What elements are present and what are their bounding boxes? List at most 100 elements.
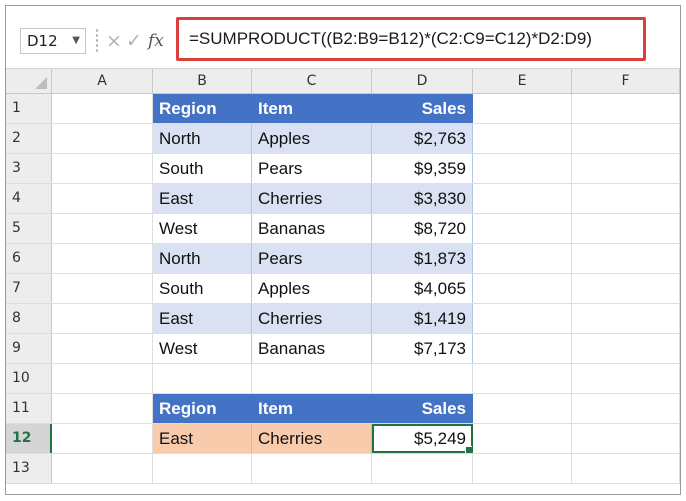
cell-e11[interactable]: [473, 394, 572, 423]
cell-d2[interactable]: $2,763: [372, 124, 473, 153]
cell-c3[interactable]: Pears: [252, 154, 372, 183]
cell-c6[interactable]: Pears: [252, 244, 372, 273]
cell-b3[interactable]: South: [153, 154, 252, 183]
cell-b1[interactable]: Region: [153, 94, 252, 123]
cell-a4[interactable]: [52, 184, 153, 213]
cell-a9[interactable]: [52, 334, 153, 363]
cell-e1[interactable]: [473, 94, 572, 123]
row-header[interactable]: 1: [6, 94, 52, 123]
column-header-c[interactable]: C: [252, 69, 372, 93]
cell-c11[interactable]: Item: [252, 394, 372, 423]
cell-a5[interactable]: [52, 214, 153, 243]
cell-f12[interactable]: [572, 424, 680, 453]
row-header[interactable]: 10: [6, 364, 52, 393]
cell-f9[interactable]: [572, 334, 680, 363]
cell-e13[interactable]: [473, 454, 572, 483]
column-header-a[interactable]: A: [52, 69, 153, 93]
cell-f1[interactable]: [572, 94, 680, 123]
row-header[interactable]: 2: [6, 124, 52, 153]
cell-d1[interactable]: Sales: [372, 94, 473, 123]
cell-c9[interactable]: Bananas: [252, 334, 372, 363]
cell-e8[interactable]: [473, 304, 572, 333]
cell-f4[interactable]: [572, 184, 680, 213]
cell-a13[interactable]: [52, 454, 153, 483]
cell-c12[interactable]: Cherries: [252, 424, 372, 453]
row-header[interactable]: 5: [6, 214, 52, 243]
cell-a12[interactable]: [52, 424, 153, 453]
row-header[interactable]: 3: [6, 154, 52, 183]
cell-f8[interactable]: [572, 304, 680, 333]
cell-e7[interactable]: [473, 274, 572, 303]
cell-b8[interactable]: East: [153, 304, 252, 333]
cell-f2[interactable]: [572, 124, 680, 153]
cell-c5[interactable]: Bananas: [252, 214, 372, 243]
cell-d12-active[interactable]: $5,249: [372, 424, 473, 453]
cell-d10[interactable]: [372, 364, 473, 393]
cell-b5[interactable]: West: [153, 214, 252, 243]
cell-d11[interactable]: Sales: [372, 394, 473, 423]
row-header[interactable]: 13: [6, 454, 52, 483]
fill-handle[interactable]: [465, 446, 472, 453]
row-header[interactable]: 7: [6, 274, 52, 303]
insert-function-icon[interactable]: fx: [148, 28, 164, 54]
cell-a2[interactable]: [52, 124, 153, 153]
column-header-f[interactable]: F: [572, 69, 680, 93]
row-header[interactable]: 11: [6, 394, 52, 423]
cell-b2[interactable]: North: [153, 124, 252, 153]
cell-f13[interactable]: [572, 454, 680, 483]
select-all-button[interactable]: [6, 69, 52, 93]
formula-input[interactable]: =SUMPRODUCT((B2:B9=B12)*(C2:C9=C12)*D2:D…: [176, 17, 646, 61]
cell-e2[interactable]: [473, 124, 572, 153]
cell-a3[interactable]: [52, 154, 153, 183]
cell-e6[interactable]: [473, 244, 572, 273]
row-header[interactable]: 8: [6, 304, 52, 333]
row-header[interactable]: 6: [6, 244, 52, 273]
chevron-down-icon[interactable]: ▼: [72, 29, 80, 53]
cell-f3[interactable]: [572, 154, 680, 183]
row-header[interactable]: 4: [6, 184, 52, 213]
column-header-b[interactable]: B: [153, 69, 252, 93]
row-header-selected[interactable]: 12: [6, 424, 52, 453]
cell-b9[interactable]: West: [153, 334, 252, 363]
column-header-d[interactable]: D: [372, 69, 473, 93]
cell-f6[interactable]: [572, 244, 680, 273]
cell-b10[interactable]: [153, 364, 252, 393]
column-header-e[interactable]: E: [473, 69, 572, 93]
cell-e10[interactable]: [473, 364, 572, 393]
cell-d9[interactable]: $7,173: [372, 334, 473, 363]
cell-e9[interactable]: [473, 334, 572, 363]
cell-a10[interactable]: [52, 364, 153, 393]
cell-d3[interactable]: $9,359: [372, 154, 473, 183]
cell-c1[interactable]: Item: [252, 94, 372, 123]
cancel-icon[interactable]: ×: [106, 28, 122, 54]
cell-b11[interactable]: Region: [153, 394, 252, 423]
cell-b12[interactable]: East: [153, 424, 252, 453]
cell-f11[interactable]: [572, 394, 680, 423]
cell-c7[interactable]: Apples: [252, 274, 372, 303]
cell-a7[interactable]: [52, 274, 153, 303]
cell-d7[interactable]: $4,065: [372, 274, 473, 303]
name-box[interactable]: D12 ▼: [20, 28, 86, 54]
cell-d4[interactable]: $3,830: [372, 184, 473, 213]
cell-b7[interactable]: South: [153, 274, 252, 303]
cell-e3[interactable]: [473, 154, 572, 183]
cell-d13[interactable]: [372, 454, 473, 483]
cell-a8[interactable]: [52, 304, 153, 333]
cell-d5[interactable]: $8,720: [372, 214, 473, 243]
cell-c8[interactable]: Cherries: [252, 304, 372, 333]
cell-b4[interactable]: East: [153, 184, 252, 213]
formula-bar-grip[interactable]: [95, 28, 99, 54]
cell-f7[interactable]: [572, 274, 680, 303]
cell-f10[interactable]: [572, 364, 680, 393]
cell-a6[interactable]: [52, 244, 153, 273]
cell-c10[interactable]: [252, 364, 372, 393]
cell-b6[interactable]: North: [153, 244, 252, 273]
cell-a1[interactable]: [52, 94, 153, 123]
cell-e12[interactable]: [473, 424, 572, 453]
cell-c4[interactable]: Cherries: [252, 184, 372, 213]
cell-f5[interactable]: [572, 214, 680, 243]
cell-d8[interactable]: $1,419: [372, 304, 473, 333]
row-header[interactable]: 9: [6, 334, 52, 363]
cell-e5[interactable]: [473, 214, 572, 243]
cell-a11[interactable]: [52, 394, 153, 423]
